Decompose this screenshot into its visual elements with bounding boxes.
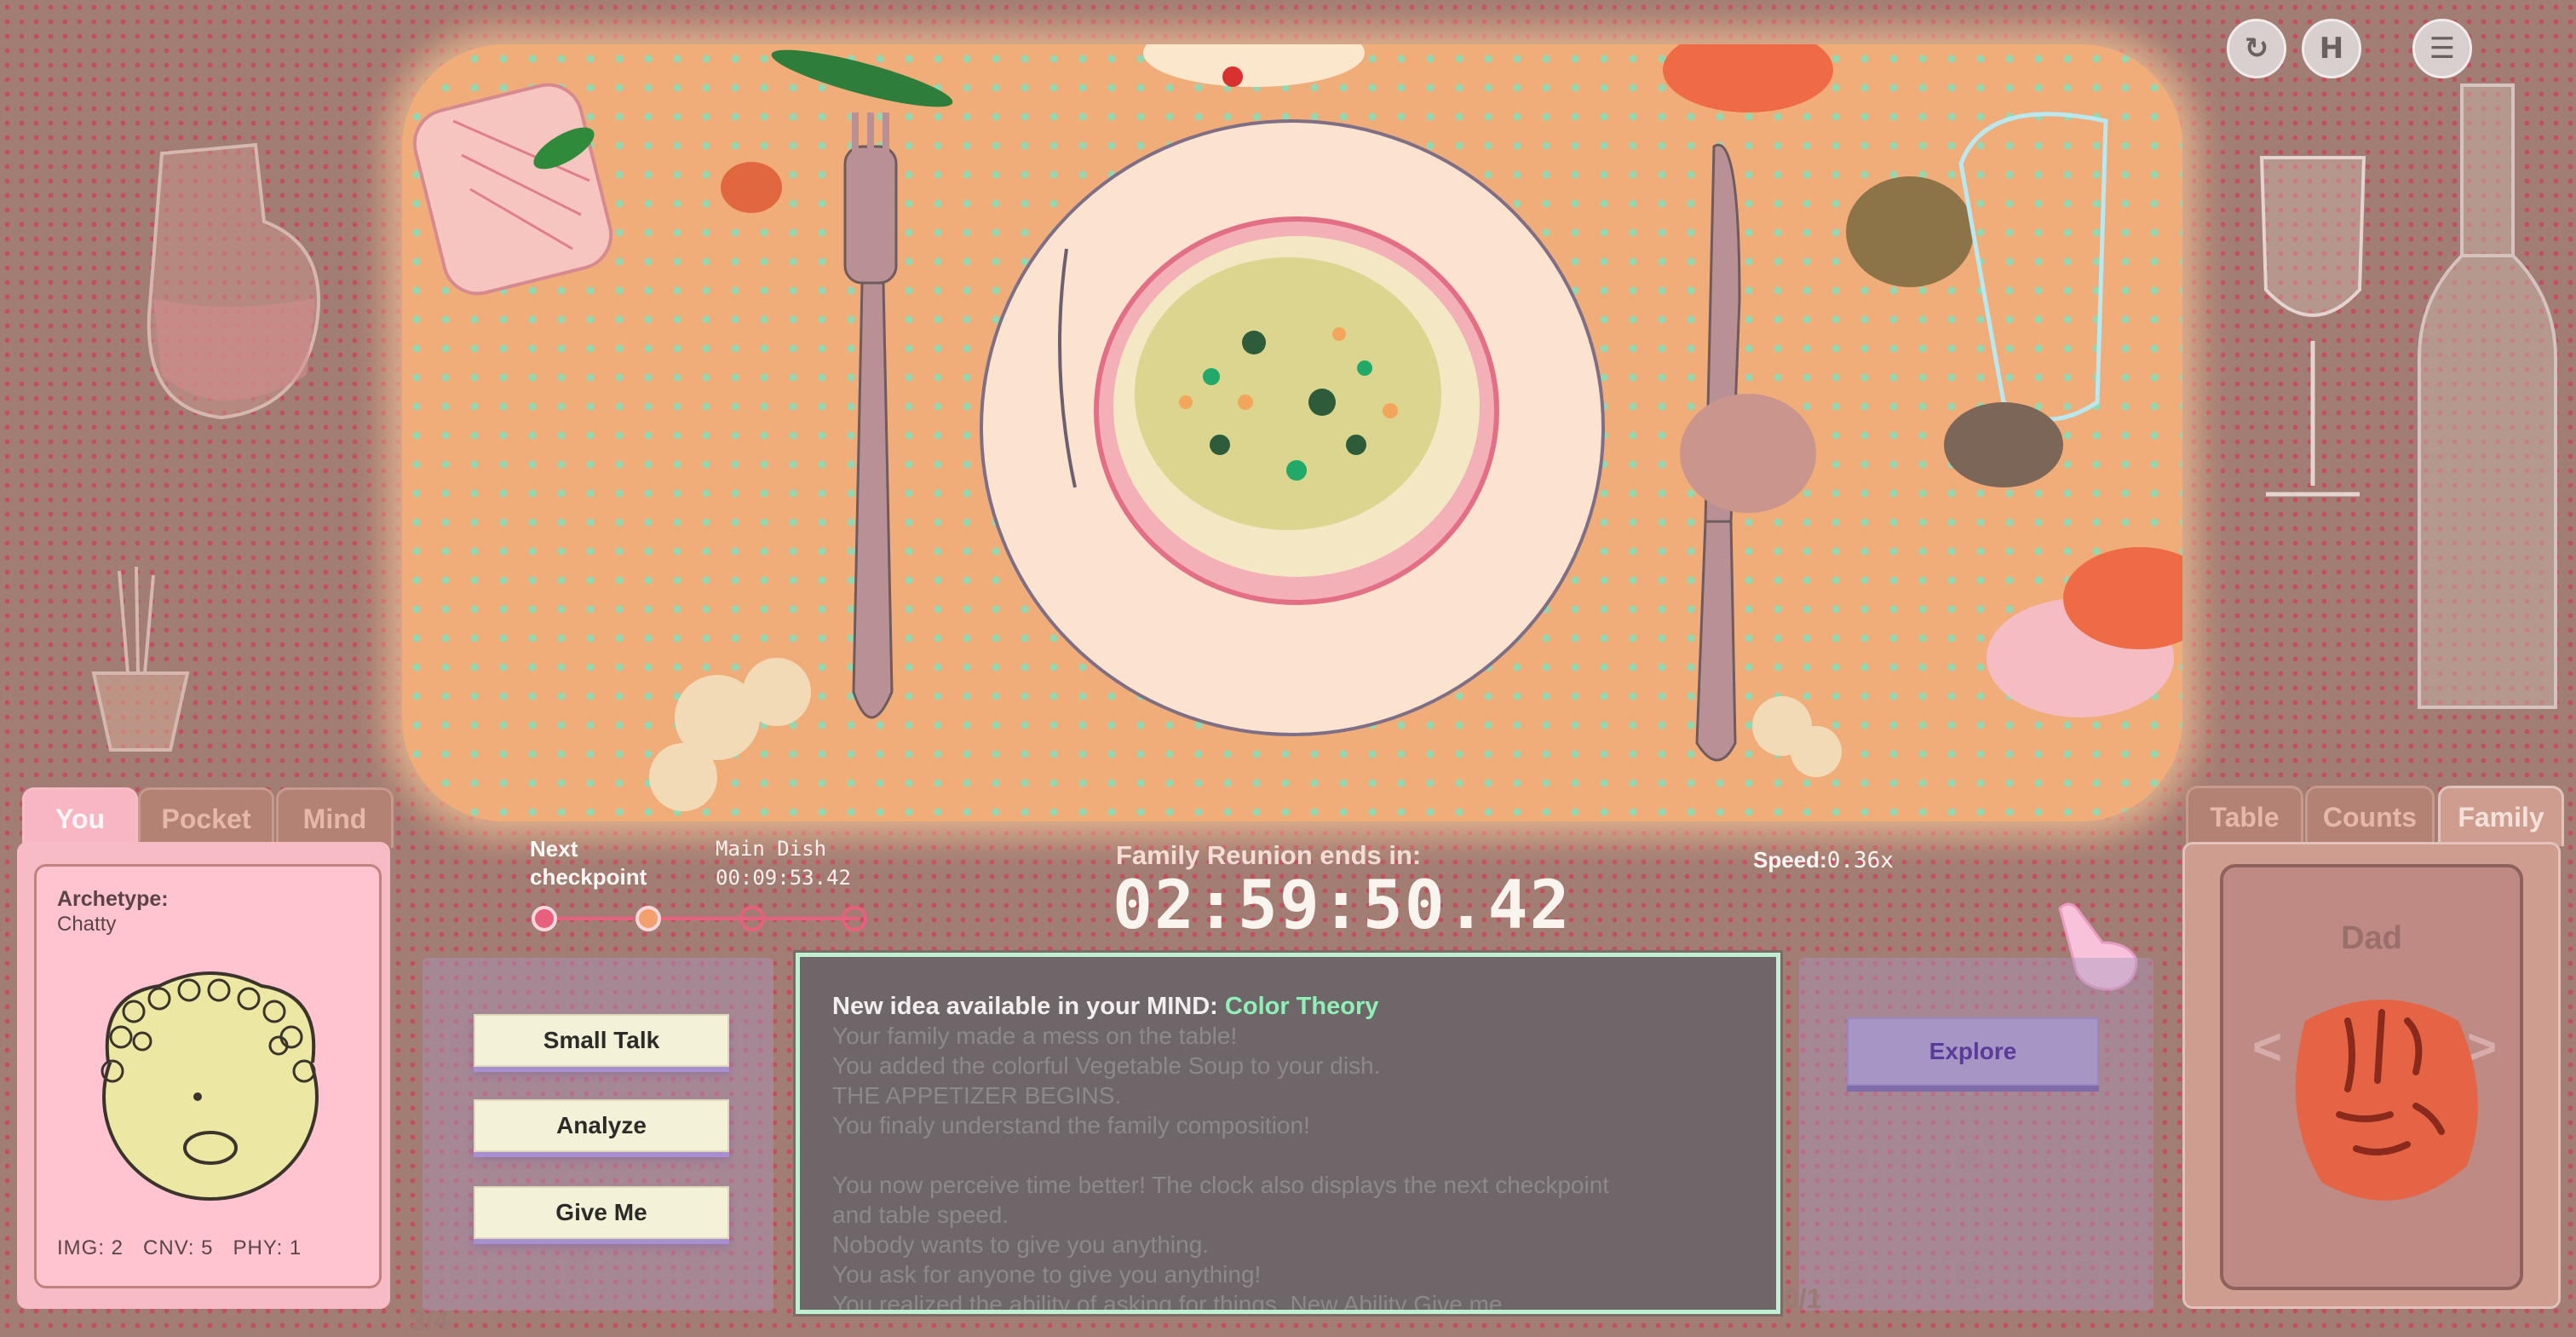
table-illustration	[412, 44, 2182, 811]
speed-label: Speed:	[1753, 847, 1827, 873]
checkpoint-time: 00:09:53.42	[716, 866, 851, 890]
countdown-timer: 02:59:50.42	[1113, 867, 1572, 944]
actions-counter: 3/4	[411, 1305, 449, 1336]
timer-label: Family Reunion ends in:	[1116, 840, 1422, 870]
phy-value: 1	[289, 1236, 302, 1259]
bottle-icon	[2418, 84, 2557, 709]
checkpoint-dot-4	[842, 906, 867, 931]
menu-icon: ☰	[2429, 32, 2456, 66]
archetype-value: Chatty	[57, 913, 117, 936]
speed-value: 0.36x	[1826, 848, 1894, 873]
family-member-name: Dad	[2341, 920, 2402, 956]
plant-pot-icon	[91, 566, 190, 752]
cnv-value: 5	[201, 1236, 214, 1259]
pitcher-icon	[147, 142, 320, 420]
wine-glass-icon	[2259, 156, 2366, 497]
tab-you[interactable]: You	[22, 787, 138, 848]
log-title-highlight: Color Theory	[1224, 993, 1379, 1020]
hold-button[interactable]: H	[2302, 19, 2361, 78]
character-card: Archetype: Chatty IMG: 2 CNV: 5 PHY: 1	[34, 864, 382, 1288]
log-line: You finaly understand the family composi…	[832, 1112, 1310, 1138]
log-line: Nobody wants to give you anything.	[832, 1231, 1210, 1258]
glass-icon	[1958, 112, 2108, 422]
checkpoint-name: Main Dish	[716, 837, 827, 861]
log-line: Your family made a mess on the table!	[832, 1023, 1238, 1049]
family-card: Dad < >	[2220, 864, 2523, 1290]
log-title: New idea available in your MIND: Color T…	[832, 993, 1747, 1021]
cnv-label: CNV:	[143, 1236, 195, 1259]
speed-readout: Speed:0.36x	[1753, 847, 1894, 873]
checkpoint-dot-1	[532, 906, 557, 931]
phy-label: PHY:	[233, 1236, 284, 1259]
log-line: THE APPETIZER BEGINS.	[832, 1082, 1122, 1109]
explore-button[interactable]: Explore	[1847, 1017, 2099, 1086]
log-line: and table speed.	[832, 1202, 1009, 1228]
next-checkpoint-label: Next checkpoint	[530, 836, 647, 890]
checkpoint-track	[545, 917, 860, 920]
plate-icon	[980, 119, 1605, 736]
stats-row: IMG: 2 CNV: 5 PHY: 1	[57, 1236, 302, 1260]
analyze-button[interactable]: Analyze	[474, 1099, 729, 1152]
checkpoint-dot-3	[739, 906, 765, 931]
log-line: You now perceive time better! The clock …	[832, 1172, 1610, 1198]
log-title-prefix: New idea available in your MIND:	[832, 993, 1218, 1020]
hold-icon: H	[2319, 32, 2344, 66]
tab-pocket[interactable]: Pocket	[138, 787, 274, 848]
menu-button[interactable]: ☰	[2412, 19, 2472, 78]
fork-icon	[843, 112, 898, 719]
small-talk-button[interactable]: Small Talk	[474, 1014, 729, 1067]
tab-family[interactable]: Family	[2438, 786, 2564, 846]
log-line: You ask for anyone to give you anything!	[832, 1261, 1262, 1288]
player-portrait	[101, 971, 319, 1201]
tab-mind[interactable]: Mind	[276, 787, 394, 848]
give-me-button[interactable]: Give Me	[474, 1186, 729, 1239]
napkin-icon	[412, 83, 613, 296]
dinner-table-scene	[402, 44, 2182, 821]
checkpoint-dot-2	[635, 906, 661, 931]
explore-counter: 0/1	[1784, 1283, 1822, 1314]
restart-button[interactable]: ↻	[2227, 19, 2286, 78]
log-line: You realized the ability of asking for t…	[832, 1291, 1503, 1314]
img-value: 2	[111, 1236, 124, 1259]
tab-counts[interactable]: Counts	[2305, 786, 2435, 846]
explore-panel	[1799, 958, 2153, 1311]
img-label: IMG:	[57, 1236, 105, 1259]
log-line: You added the colorful Vegetable Soup to…	[832, 1052, 1381, 1079]
dad-portrait	[2295, 1000, 2478, 1201]
archetype-label: Archetype:	[57, 887, 169, 911]
tab-table[interactable]: Table	[2186, 786, 2303, 846]
message-log[interactable]: New idea available in your MIND: Color T…	[793, 950, 1783, 1317]
restart-icon: ↻	[2244, 32, 2269, 66]
